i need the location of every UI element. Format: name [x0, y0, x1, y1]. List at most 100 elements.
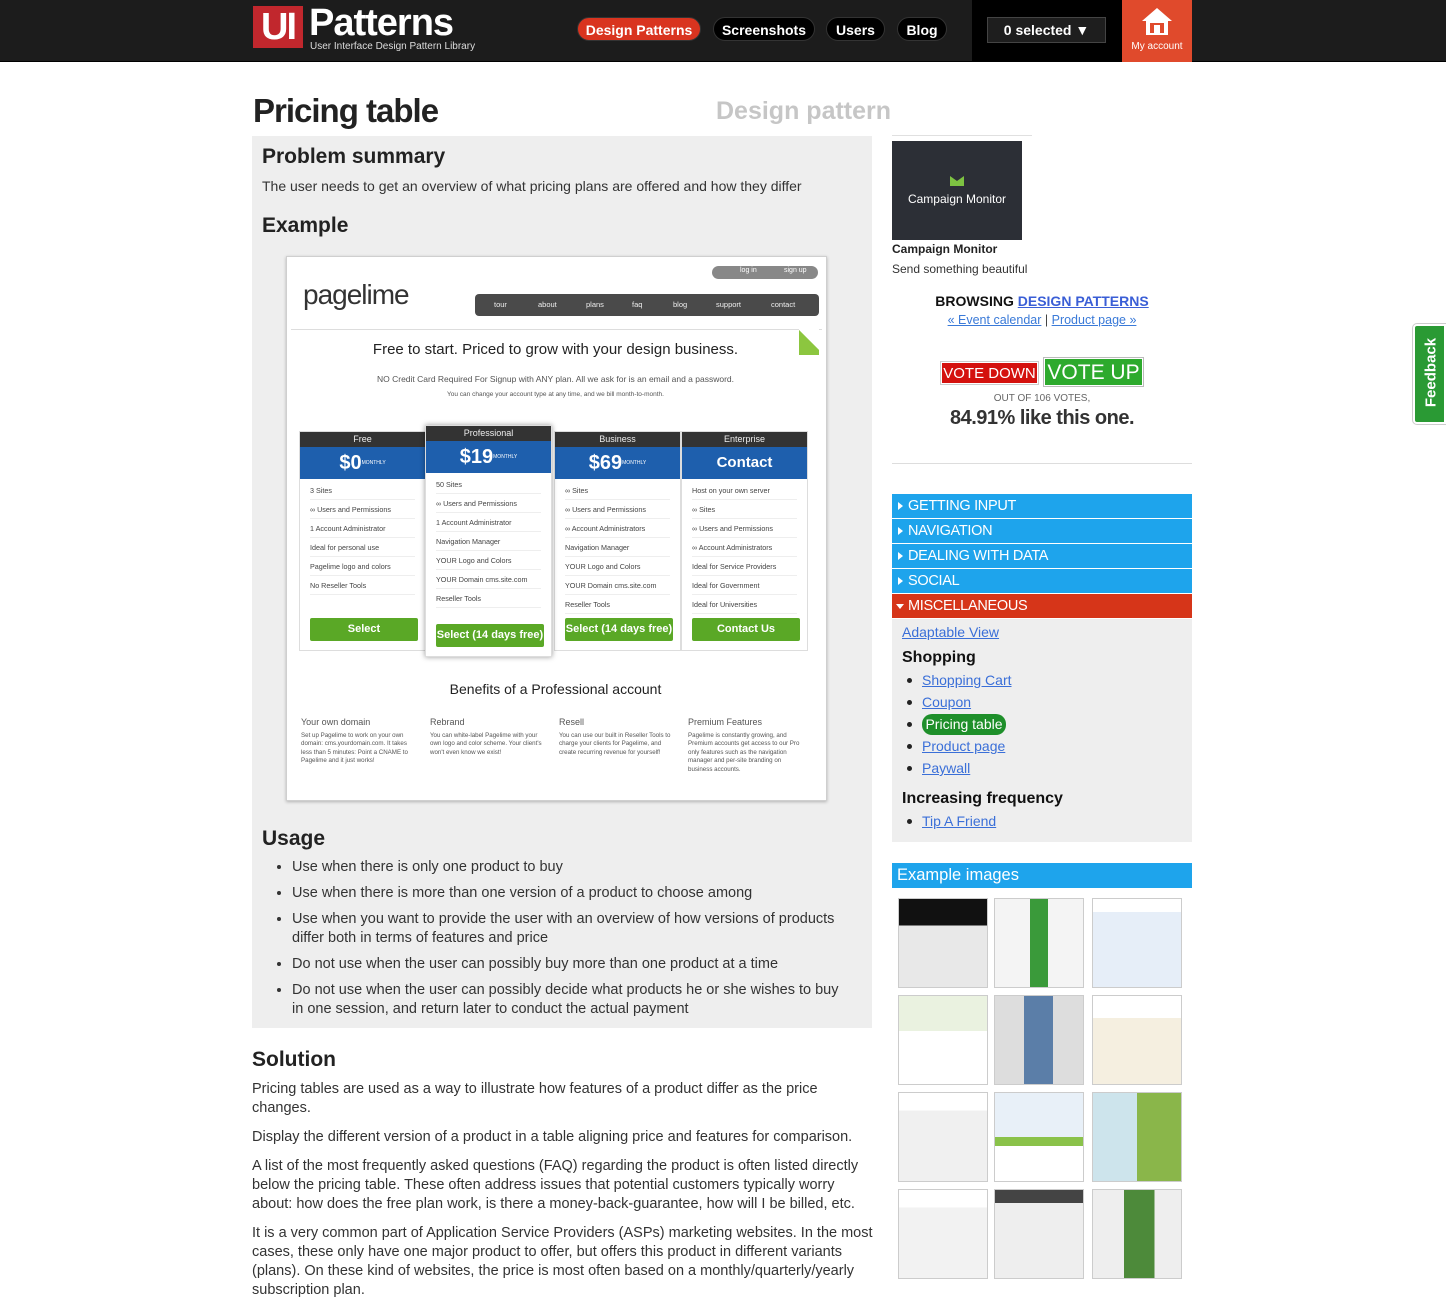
example-thumbnail[interactable] — [994, 1189, 1084, 1279]
example-thumbnail[interactable] — [1092, 1092, 1182, 1182]
browsing-link[interactable]: DESIGN PATTERNS — [1018, 293, 1149, 309]
category-navigation[interactable]: NAVIGATION — [892, 519, 1192, 543]
benefits-heading: Benefits of a Professional account — [449, 681, 662, 697]
like-percentage: 84.91% like this one. — [949, 407, 1135, 429]
select-button: Select (14 days free) — [565, 618, 673, 641]
login-bar: log in sign up — [712, 266, 818, 279]
bullet — [907, 744, 912, 749]
logo-subtitle: User Interface Design Pattern Library — [310, 41, 476, 52]
category-social[interactable]: SOCIAL — [892, 569, 1192, 593]
my-account-label: My account — [1131, 41, 1183, 52]
product-page-link[interactable]: Product page — [922, 738, 1005, 754]
plan-name: Business — [555, 432, 680, 447]
problem-heading: Problem summary — [262, 145, 446, 168]
menu-item: about — [538, 300, 557, 309]
example-screenshot[interactable]: pagelime log in sign up tour about plans… — [286, 256, 827, 801]
example-menu: tour about plans faq blog support contac… — [475, 294, 819, 316]
pagelime-logo: pagelime — [303, 279, 410, 310]
example-thumbnail[interactable] — [1092, 995, 1182, 1085]
plan-free: Free $0MONTHLY 3 Sites ∞ Users and Permis… — [299, 431, 426, 651]
prev-pattern-link[interactable]: « Event calendar — [948, 313, 1042, 327]
coupon-link[interactable]: Coupon — [922, 694, 971, 710]
solution-text: Pricing tables are used as a way to illu… — [252, 1080, 874, 1310]
nav-screenshots[interactable]: Screenshots — [713, 17, 815, 41]
example-thumbnail[interactable] — [898, 995, 988, 1085]
example-thumbnail[interactable] — [898, 1092, 988, 1182]
vote-down-button[interactable]: VOTE DOWN — [940, 361, 1039, 385]
list-item: Use when there is more than one version … — [292, 884, 852, 903]
usage-heading: Usage — [262, 827, 326, 850]
plan-business: Business $69MONTHLY ∞ Sites ∞ Users and P… — [554, 431, 681, 651]
plan-price: Contact — [682, 447, 807, 479]
problem-text: The user needs to get an overview of wha… — [262, 178, 802, 194]
tip-a-friend-link[interactable]: Tip A Friend — [922, 813, 996, 829]
paywall-link[interactable]: Paywall — [922, 760, 970, 776]
contact-button: Contact Us — [692, 618, 800, 641]
example-thumbnail[interactable] — [1092, 1189, 1182, 1279]
example-thumbnail[interactable] — [994, 1092, 1084, 1182]
page-kind: Design pattern — [716, 97, 892, 125]
shopping-heading: Shopping — [902, 649, 976, 666]
list-item: Use when you want to provide the user wi… — [292, 910, 852, 948]
benefit-column: Premium Features Pagelime is constantly g… — [688, 717, 800, 773]
next-pattern-link[interactable]: Product page » — [1052, 313, 1137, 327]
category-miscellaneous[interactable]: MISCELLANEOUS — [892, 594, 1192, 618]
sponsor-logo-text: Campaign Monitor — [907, 192, 1007, 206]
signup-link: sign up — [784, 267, 807, 274]
my-account-button[interactable]: My account — [1122, 0, 1192, 62]
bullet — [907, 819, 912, 824]
menu-item: contact — [771, 300, 796, 309]
plan-price: $69MONTHLY — [555, 447, 680, 479]
menu-item: blog — [673, 300, 688, 309]
vote-up-button[interactable]: VOTE UP — [1043, 357, 1144, 387]
menu-item: tour — [494, 300, 507, 309]
plan-price: $19MONTHLY — [426, 441, 551, 473]
home-icon — [1142, 8, 1172, 35]
list-item: Do not use when the user can possibly bu… — [292, 955, 852, 974]
list-item: Do not use when the user can possibly de… — [292, 981, 852, 1019]
paragraph: Display the different version of a produ… — [252, 1129, 853, 1145]
paragraph: A list of the most frequently asked ques… — [252, 1158, 859, 1212]
paragraph: Pricing tables are used as a way to illu… — [252, 1081, 818, 1116]
logo-wordmark: Patterns — [309, 2, 454, 44]
plan-name: Enterprise — [682, 432, 807, 447]
example-heading: Example — [262, 214, 349, 237]
selected-dropdown[interactable]: 0 selected ▼ — [987, 17, 1106, 43]
divider — [892, 135, 1032, 136]
example-thumbnail[interactable] — [1092, 898, 1182, 988]
vote-count: OUT OF 106 VOTES, — [993, 393, 1091, 404]
bullet — [907, 678, 912, 683]
example-thumbnail[interactable] — [994, 995, 1084, 1085]
feedback-tab[interactable]: Feedback — [1412, 323, 1446, 425]
paragraph: It is a very common part of Application … — [252, 1225, 873, 1298]
list-item: Use when there is only one product to bu… — [292, 858, 852, 877]
example-thumbnail[interactable] — [898, 1189, 988, 1279]
plan-name: Professional — [426, 426, 551, 441]
nav-design-patterns[interactable]: Design Patterns — [577, 17, 701, 41]
example-thumbnail[interactable] — [994, 898, 1084, 988]
category-getting-input[interactable]: GETTING INPUT — [892, 494, 1192, 518]
adaptable-view-link[interactable]: Adaptable View — [902, 624, 999, 640]
divider — [892, 463, 1192, 464]
increasing-frequency-heading: Increasing frequency — [902, 790, 1063, 807]
pattern-pager: « Event calendar | Product page » — [947, 313, 1137, 327]
browsing-label: BROWSING DESIGN PATTERNS — [935, 293, 1149, 309]
category-dealing-with-data[interactable]: DEALING WITH DATA — [892, 544, 1192, 568]
current-pattern-pricing-table[interactable]: Pricing table — [922, 714, 1006, 735]
sponsor-name[interactable]: Campaign Monitor — [892, 242, 997, 256]
site-logo[interactable]: UI Patterns User Interface Design Patter… — [253, 2, 476, 56]
example-headline: Free to start. Priced to grow with your … — [372, 341, 739, 358]
nav-blog[interactable]: Blog — [897, 17, 947, 41]
login-link: log in — [740, 267, 757, 274]
select-button: Select — [310, 618, 418, 641]
menu-item: plans — [586, 300, 604, 309]
example-note-small: You can change your account type at any … — [447, 391, 664, 398]
sponsor-tagline: Send something beautiful — [892, 262, 1028, 276]
sponsor-ad[interactable]: Campaign Monitor — [892, 141, 1022, 240]
benefit-column: Rebrand You can white-label Pagelime with… — [430, 717, 542, 756]
page-title: Pricing table — [253, 92, 439, 129]
nav-users[interactable]: Users — [826, 17, 885, 41]
example-thumbnail[interactable] — [898, 898, 988, 988]
shopping-cart-link[interactable]: Shopping Cart — [922, 672, 1012, 688]
menu-item: support — [716, 300, 742, 309]
